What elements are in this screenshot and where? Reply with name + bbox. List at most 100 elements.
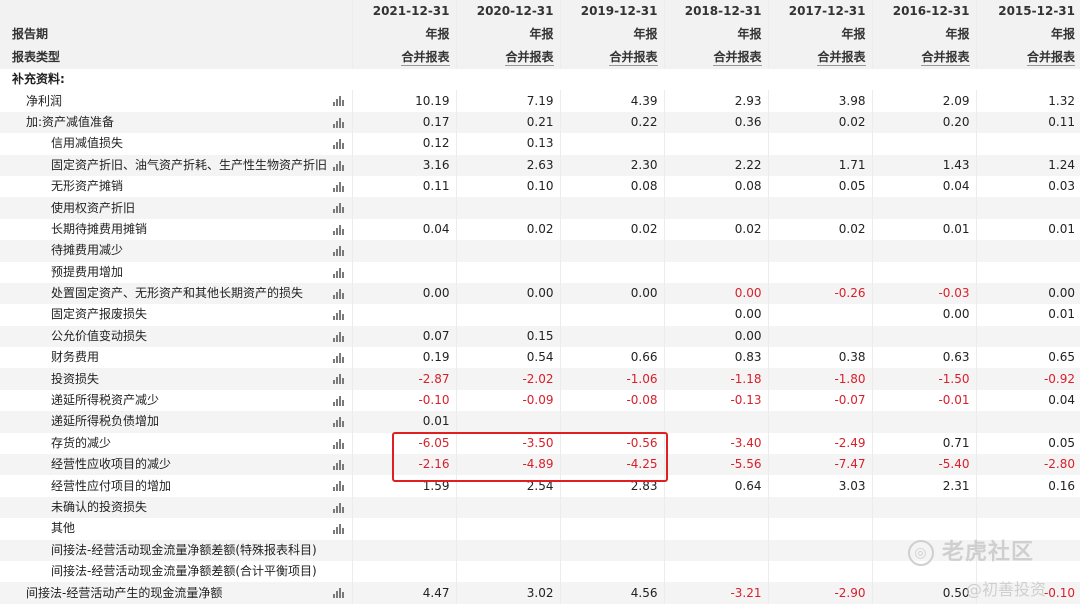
value-cell xyxy=(663,518,768,540)
row-label: 固定资产折旧、油气资产折耗、生产性生物资产折旧 xyxy=(51,157,328,172)
value-cell xyxy=(663,411,768,433)
value-cell xyxy=(871,496,976,519)
value-cell: -2.80 xyxy=(975,454,1080,476)
bar-chart-icon[interactable] xyxy=(332,309,344,321)
value-cell xyxy=(975,197,1080,219)
value-cell: -4.25 xyxy=(559,454,664,476)
table-row: 固定资产折旧、油气资产折耗、生产性生物资产折旧 3.16 2.63 2.30 2.22 1… xyxy=(0,154,1080,176)
value-cell xyxy=(871,261,976,283)
type-value[interactable]: 合并报表 xyxy=(713,50,762,66)
value-cell: 0.63 xyxy=(871,347,976,369)
row-label: 间接法-经营活动产生的现金流量净额 xyxy=(26,585,223,600)
column-date[interactable]: 2016-12-31 xyxy=(871,0,976,23)
value-cell: 0.00 xyxy=(663,304,768,326)
column-date[interactable]: 2020-12-31 xyxy=(455,0,560,23)
value-cell: -0.10 xyxy=(351,389,456,412)
bar-chart-icon[interactable] xyxy=(332,502,344,513)
bar-chart-icon[interactable] xyxy=(332,181,344,192)
table-row: 经营性应付项目的增加 1.59 2.54 2.83 0.64 3.03 2.31 0.16 xyxy=(0,475,1080,497)
bar-chart-icon[interactable] xyxy=(332,587,344,599)
value-cell: 0.12 xyxy=(351,133,456,155)
value-cell: 0.05 xyxy=(975,432,1080,455)
value-cell: 4.47 xyxy=(351,582,456,604)
header-row-type: 报表类型 合并报表 合并报表 合并报表 合并报表 合并报表 合并报表 合并报表 xyxy=(0,46,1080,69)
bar-chart-icon[interactable] xyxy=(332,416,344,428)
bar-chart-icon[interactable] xyxy=(332,224,344,235)
bar-chart-icon[interactable] xyxy=(332,117,344,128)
column-date[interactable]: 2017-12-31 xyxy=(767,0,872,23)
period-value: 年报 xyxy=(871,23,976,46)
bar-chart-icon[interactable] xyxy=(332,202,344,214)
type-value[interactable]: 合并报表 xyxy=(817,50,866,66)
value-cell: 0.00 xyxy=(351,282,456,305)
value-cell: 0.10 xyxy=(455,175,560,198)
value-cell: 1.71 xyxy=(767,154,872,176)
value-cell: 0.00 xyxy=(871,304,976,326)
value-cell xyxy=(455,240,560,262)
value-cell xyxy=(767,496,872,519)
value-cell: 0.02 xyxy=(559,218,664,241)
bar-chart-icon[interactable] xyxy=(332,267,344,278)
type-value[interactable]: 合并报表 xyxy=(401,50,450,66)
row-label-cell: 间接法-经营活动产生的现金流量净额 xyxy=(0,582,352,604)
value-cell xyxy=(351,518,456,540)
row-label-cell: 其他 xyxy=(0,518,352,540)
column-date[interactable]: 2018-12-31 xyxy=(663,0,768,23)
bar-chart-icon[interactable] xyxy=(332,438,344,449)
bar-chart-icon[interactable] xyxy=(332,523,344,535)
bar-chart-icon[interactable] xyxy=(332,395,344,406)
header-row-period: 报告期 年报 年报 年报 年报 年报 年报 年报 xyxy=(0,23,1080,46)
value-cell: -0.56 xyxy=(559,432,664,455)
row-label-cell: 固定资产报废损失 xyxy=(0,304,352,326)
value-cell: -0.07 xyxy=(767,389,872,412)
bar-chart-icon[interactable] xyxy=(332,288,344,299)
bar-chart-icon[interactable] xyxy=(332,459,344,471)
value-cell xyxy=(351,539,456,561)
row-label: 间接法-经营活动现金流量净额差额(合计平衡项目) xyxy=(51,564,317,579)
value-cell: -3.21 xyxy=(663,582,768,604)
bar-chart-icon[interactable] xyxy=(332,245,344,257)
value-cell: 0.00 xyxy=(559,282,664,305)
header-row-dates: 2021-12-31 2020-12-31 2019-12-31 2018-12… xyxy=(0,0,1080,23)
value-cell: 0.01 xyxy=(975,218,1080,241)
value-cell xyxy=(767,325,872,348)
bar-chart-icon[interactable] xyxy=(332,352,344,364)
type-value[interactable]: 合并报表 xyxy=(1026,50,1075,66)
bar-chart-icon[interactable] xyxy=(332,480,344,492)
column-date[interactable]: 2021-12-31 xyxy=(351,0,456,23)
type-value[interactable]: 合并报表 xyxy=(505,50,554,66)
value-cell: 0.01 xyxy=(975,304,1080,326)
value-cell xyxy=(975,240,1080,262)
column-date[interactable]: 2019-12-31 xyxy=(559,0,664,23)
row-label: 处置固定资产、无形资产和其他长期资产的损失 xyxy=(51,286,304,301)
type-value[interactable]: 合并报表 xyxy=(609,50,658,66)
column-date[interactable]: 2015-12-31 xyxy=(975,0,1080,23)
value-cell: -1.50 xyxy=(871,368,976,390)
bar-chart-icon[interactable] xyxy=(332,331,344,342)
row-label-cell: 无形资产摊销 xyxy=(0,175,352,198)
bar-chart-icon[interactable] xyxy=(332,138,344,150)
type-value[interactable]: 合并报表 xyxy=(921,50,970,66)
value-cell: 0.17 xyxy=(351,111,456,134)
row-label-cell: 间接法-经营活动现金流量净额差额(特殊报表科目) xyxy=(0,539,352,561)
value-cell: 1.59 xyxy=(351,475,456,497)
value-cell xyxy=(351,496,456,519)
value-cell: 2.22 xyxy=(663,154,768,176)
value-cell: 0.02 xyxy=(455,218,560,241)
section-header-row: 补充资料: xyxy=(0,69,1080,91)
row-label-cell: 信用减值损失 xyxy=(0,133,352,155)
row-label: 待摊费用减少 xyxy=(51,243,124,258)
bar-chart-icon[interactable] xyxy=(332,160,344,171)
value-cell: -3.50 xyxy=(455,432,560,455)
value-cell xyxy=(559,411,664,433)
value-cell xyxy=(559,539,664,561)
row-label-cell: 递延所得税资产减少 xyxy=(0,389,352,412)
row-label: 经营性应付项目的增加 xyxy=(51,478,172,493)
value-cell xyxy=(455,411,560,433)
bar-chart-icon[interactable] xyxy=(332,373,344,385)
bar-chart-icon[interactable] xyxy=(332,95,344,107)
row-label-cell: 净利润 xyxy=(0,90,352,112)
table-row: 经营性应收项目的减少 -2.16 -4.89 -4.25 -5.56 -7.47 -5.40… xyxy=(0,454,1080,476)
value-cell: -0.03 xyxy=(871,282,976,305)
value-cell xyxy=(559,496,664,519)
